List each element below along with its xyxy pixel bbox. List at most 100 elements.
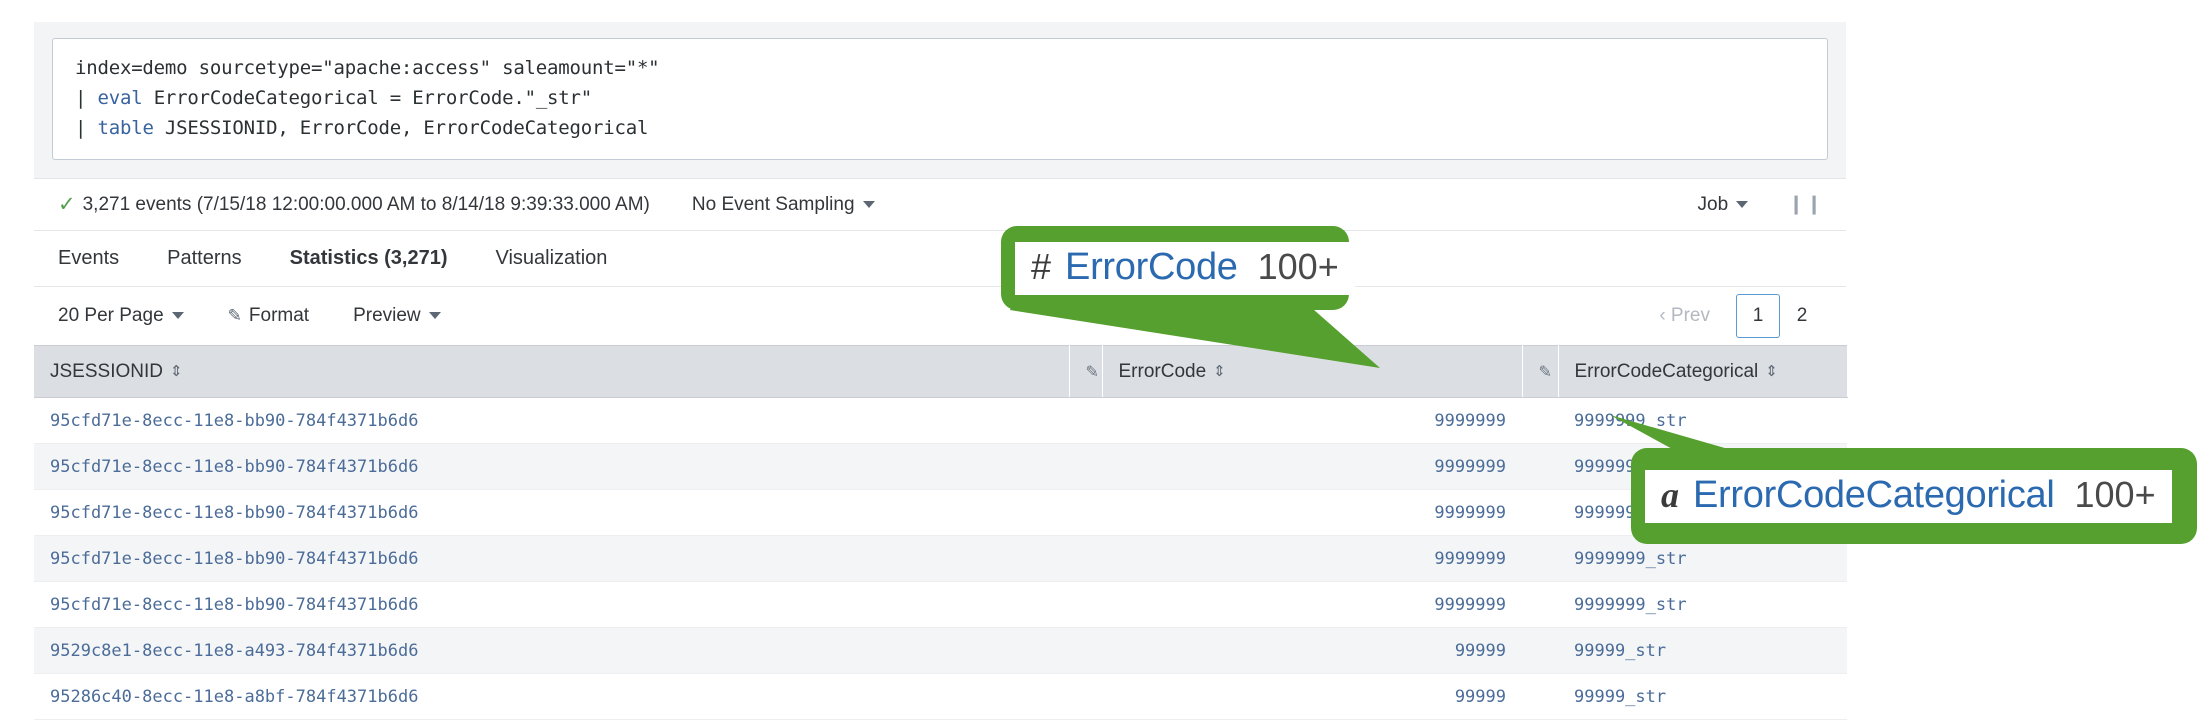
cell-jsessionid[interactable]: 95286c40-8ecc-11e8-a8bf-784f4371b6d6 (34, 673, 1069, 720)
cell-errorcode[interactable]: 9999999 (1102, 581, 1522, 628)
cell-jsessionid[interactable]: 95cfd71e-8ecc-11e8-bb90-784f4371b6d6 (34, 443, 1069, 490)
table-row: 95cfd71e-8ecc-11e8-bb90-784f4371b6d6 9999… (34, 489, 1847, 536)
query-line-3-command: table (97, 117, 154, 139)
column-header-jsessionid-label: JSESSIONID (50, 360, 163, 382)
format-label: Format (248, 305, 310, 326)
cell-spacer (1522, 443, 1558, 490)
table-header-row: JSESSIONID ⇕ ✎ ErrorCode ⇕ ✎ ErrorCodeCate… (34, 345, 1848, 398)
search-status-bar: ✓ 3,271 events (7/15/18 12:00:00.000 AM … (34, 179, 1846, 231)
callout-errorcodecategorical: a ErrorCodeCategorical 100+ (1631, 448, 2197, 544)
cell-errorcodecategorical[interactable]: 9999999_str (1558, 581, 1847, 628)
callout-errorcode-field-name: ErrorCode (1065, 245, 1238, 288)
event-sampling-dropdown[interactable]: No Event Sampling (692, 194, 875, 216)
table-row: 95cfd71e-8ecc-11e8-bb90-784f4371b6d6 9999… (34, 397, 1847, 444)
cell-spacer (1069, 627, 1102, 674)
job-dropdown[interactable]: Job (1698, 194, 1749, 216)
results-toolbar: 20 Per Page ✎ Format Preview ‹ Prev 1 2 (34, 287, 1846, 345)
cell-errorcode[interactable]: 9999999 (1102, 535, 1522, 582)
event-sampling-label: No Event Sampling (691, 193, 855, 215)
column-header-jsessionid[interactable]: JSESSIONID ⇕ (34, 345, 1070, 398)
tab-patterns[interactable]: Patterns (167, 247, 241, 270)
page-button-2[interactable]: 2 (1780, 294, 1824, 338)
tab-events[interactable]: Events (58, 247, 119, 270)
format-button[interactable]: ✎ Format (228, 305, 309, 327)
query-line-2-pipe: | (75, 87, 98, 109)
tab-statistics[interactable]: Statistics (3,271) (290, 247, 448, 270)
prev-page-button[interactable]: ‹ Prev (1659, 305, 1710, 327)
job-label: Job (1697, 193, 1729, 215)
cell-spacer (1522, 489, 1558, 536)
page-button-1[interactable]: 1 (1736, 294, 1780, 338)
search-bar-container: index=demo sourcetype="apache:access" sa… (34, 22, 1846, 179)
cell-errorcodecategorical[interactable]: 99999_str (1558, 673, 1847, 720)
pencil-icon: ✎ (1538, 363, 1552, 381)
cell-jsessionid[interactable]: 9529c8e1-8ecc-11e8-a493-784f4371b6d6 (34, 627, 1069, 674)
column-header-errorcodecategorical-label: ErrorCodeCategorical (1574, 360, 1759, 382)
cell-jsessionid[interactable]: 95cfd71e-8ecc-11e8-bb90-784f4371b6d6 (34, 397, 1069, 444)
query-line-3-pipe: | (75, 117, 98, 139)
prev-page-label: Prev (1670, 305, 1710, 326)
pencil-icon: ✎ (227, 306, 242, 325)
table-row: 95cfd71e-8ecc-11e8-bb90-784f4371b6d6 9999… (34, 581, 1847, 628)
query-line-2-command: eval (97, 87, 143, 109)
check-icon: ✓ (58, 193, 76, 216)
cell-spacer (1522, 397, 1558, 444)
chevron-down-icon (862, 200, 875, 208)
splunk-search-panel: index=demo sourcetype="apache:access" sa… (34, 22, 1848, 720)
callout-errorcode-content: # ErrorCode 100+ (1015, 241, 1355, 295)
callout-errorcode-count: 100+ (1257, 245, 1339, 287)
statistics-table: JSESSIONID ⇕ ✎ ErrorCode ⇕ ✎ ErrorCodeCate… (34, 345, 1848, 720)
query-line-3-text: JSESSIONID, ErrorCode, ErrorCodeCategori… (153, 117, 649, 139)
table-row: 9529c8e1-8ecc-11e8-a493-784f4371b6d6 9999… (34, 627, 1847, 674)
preview-label: Preview (353, 305, 421, 326)
query-line-3: | table JSESSIONID, ErrorCode, ErrorCode… (75, 113, 1809, 143)
tab-visualization[interactable]: Visualization (496, 247, 608, 270)
callout-errorcodecategorical-content: a ErrorCodeCategorical 100+ (1645, 469, 2172, 523)
pause-icon[interactable]: ❙❙ (1788, 193, 1824, 216)
table-row: 95cfd71e-8ecc-11e8-bb90-784f4371b6d6 9999… (34, 443, 1847, 490)
cell-spacer (1522, 581, 1558, 628)
table-row: 95cfd71e-8ecc-11e8-bb90-784f4371b6d6 9999… (34, 535, 1847, 582)
numeric-field-icon: # (1031, 245, 1052, 287)
cell-jsessionid[interactable]: 95cfd71e-8ecc-11e8-bb90-784f4371b6d6 (34, 581, 1069, 628)
cell-errorcode[interactable]: 9999999 (1102, 489, 1522, 536)
per-page-label: 20 Per Page (58, 305, 164, 326)
cell-errorcode[interactable]: 99999 (1102, 627, 1522, 674)
table-body: 95cfd71e-8ecc-11e8-bb90-784f4371b6d6 9999… (34, 397, 1847, 720)
chevron-down-icon (1736, 200, 1749, 208)
screenshot-root: index=demo sourcetype="apache:access" sa… (0, 0, 2200, 722)
query-line-1: index=demo sourcetype="apache:access" sa… (75, 53, 1809, 83)
chevron-down-icon (428, 312, 441, 319)
table-header: JSESSIONID ⇕ ✎ ErrorCode ⇕ ✎ ErrorCodeCate… (34, 345, 1848, 398)
cell-spacer (1522, 673, 1558, 720)
query-line-1-text: index=demo sourcetype="apache:access" sa… (75, 57, 660, 79)
query-line-2-text: ErrorCodeCategorical = ErrorCode."_str" (142, 87, 593, 109)
column-header-errorcodecategorical[interactable]: ErrorCodeCategorical ⇕ (1558, 345, 1848, 398)
per-page-dropdown[interactable]: 20 Per Page (58, 305, 184, 327)
string-field-icon: a (1661, 474, 1679, 515)
cell-spacer (1522, 627, 1558, 674)
cell-spacer (1069, 443, 1102, 490)
query-line-2: | eval ErrorCodeCategorical = ErrorCode.… (75, 83, 1809, 113)
cell-spacer (1069, 489, 1102, 536)
cell-jsessionid[interactable]: 95cfd71e-8ecc-11e8-bb90-784f4371b6d6 (34, 535, 1069, 582)
cell-errorcodecategorical[interactable]: 99999_str (1558, 627, 1847, 674)
cell-errorcode[interactable]: 9999999 (1102, 443, 1522, 490)
cell-jsessionid[interactable]: 95cfd71e-8ecc-11e8-bb90-784f4371b6d6 (34, 489, 1069, 536)
sort-icon: ⇕ (1765, 362, 1778, 380)
cell-spacer (1069, 581, 1102, 628)
column-header-errorcode-edit[interactable]: ✎ (1522, 345, 1559, 398)
search-input[interactable]: index=demo sourcetype="apache:access" sa… (52, 38, 1828, 160)
results-tab-bar: Events Patterns Statistics (3,271) Visua… (34, 231, 1846, 287)
chevron-down-icon (171, 312, 184, 319)
preview-dropdown[interactable]: Preview (353, 305, 441, 327)
sort-icon: ⇕ (169, 362, 183, 380)
cell-errorcode[interactable]: 9999999 (1102, 397, 1522, 444)
cell-spacer (1522, 535, 1558, 582)
callout-errorcodecategorical-field-name: ErrorCodeCategorical (1693, 473, 2055, 516)
table-row: 95286c40-8ecc-11e8-a8bf-784f4371b6d6 9999… (34, 673, 1847, 720)
callout-errorcodecategorical-count: 100+ (2074, 473, 2156, 515)
cell-errorcode[interactable]: 99999 (1102, 673, 1522, 720)
cell-spacer (1069, 673, 1102, 720)
event-count-summary: 3,271 events (7/15/18 12:00:00.000 AM to… (82, 193, 650, 215)
